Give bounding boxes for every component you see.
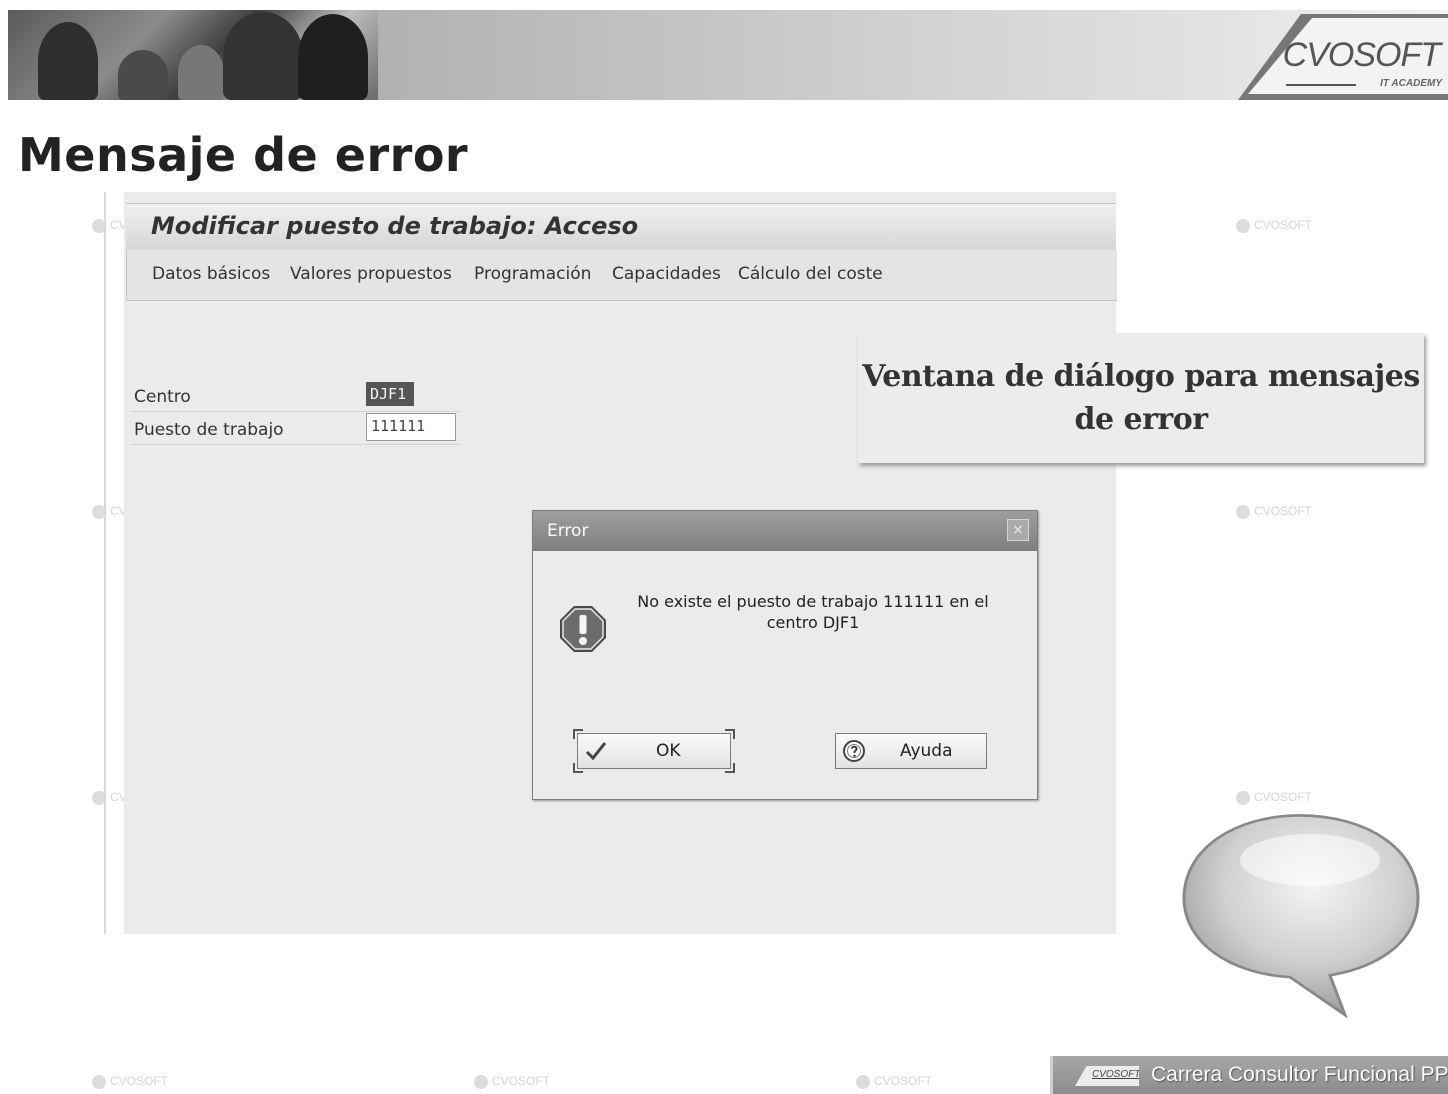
page-title: Mensaje de error	[18, 128, 469, 182]
menu-calculo-del-coste[interactable]: Cálculo del coste	[738, 264, 883, 284]
menu-programacion[interactable]: Programación	[474, 264, 591, 284]
watermark: CVOSOFT	[1236, 504, 1312, 519]
dialog-title: Error	[547, 521, 589, 541]
callout-box: Ventana de diálogo para mensajes de erro…	[858, 333, 1424, 463]
sap-menu-bar: Datos básicos Valores propuestos Program…	[126, 250, 1117, 301]
error-message: No existe el puesto de trabajo 111111 en…	[637, 592, 989, 632]
menu-valores-propuestos[interactable]: Valores propuestos	[290, 264, 452, 284]
centro-input[interactable]: DJF1	[366, 382, 414, 406]
focus-corner	[725, 763, 735, 773]
header-photo	[8, 10, 378, 100]
brand-tagline: IT ACADEMY	[1380, 78, 1442, 89]
help-button-label: Ayuda	[900, 741, 953, 761]
watermark: CVOSOFT	[474, 1074, 550, 1089]
footer-text: Carrera Consultor Funcional PP	[1151, 1063, 1448, 1086]
ok-button-label: OK	[656, 741, 681, 761]
header-banner: CVOSOFT IT ACADEMY	[8, 10, 1448, 100]
brand-name: CVOSOFT	[1282, 36, 1441, 74]
close-icon[interactable]: ×	[1007, 519, 1029, 541]
field-centro: Centro DJF1	[130, 381, 460, 412]
checkmark-icon	[585, 742, 607, 761]
focus-corner	[573, 763, 583, 773]
help-button[interactable]: Ayuda	[835, 733, 987, 769]
ok-button[interactable]: OK	[577, 733, 731, 769]
dialog-title-bar: Error ×	[533, 511, 1037, 551]
puesto-label: Puesto de trabajo	[134, 420, 284, 440]
window-divider	[104, 192, 106, 934]
watermark: CVOSOFT	[1236, 790, 1312, 805]
field-puesto: Puesto de trabajo 111111	[130, 413, 460, 445]
speech-bubble-icon	[1182, 814, 1420, 1019]
focus-corner	[573, 729, 583, 739]
footer-logo: CVOSOFT	[1075, 1066, 1139, 1086]
watermark: CVOSOFT	[92, 1074, 168, 1089]
centro-label: Centro	[134, 387, 191, 407]
focus-corner	[725, 729, 735, 739]
menu-capacidades[interactable]: Capacidades	[612, 264, 721, 284]
watermark: CVOSOFT	[1236, 218, 1312, 233]
menu-datos-basicos[interactable]: Datos básicos	[152, 264, 270, 284]
sap-window-title: Modificar puesto de trabajo: Acceso	[151, 212, 639, 240]
sap-title-bar: Modificar puesto de trabajo: Acceso	[126, 203, 1116, 251]
brand-logo: CVOSOFT IT ACADEMY	[1228, 14, 1448, 100]
error-dialog: Error × No existe el puesto de trabajo 1…	[532, 510, 1038, 800]
help-icon	[843, 740, 865, 762]
callout-text: Ventana de diálogo para mensajes de erro…	[862, 359, 1420, 437]
error-icon	[560, 606, 606, 652]
watermark: CVOSOFT	[856, 1074, 932, 1089]
puesto-input[interactable]: 111111	[366, 413, 456, 441]
footer-bar: CVOSOFT Carrera Consultor Funcional PP	[1050, 1056, 1448, 1094]
